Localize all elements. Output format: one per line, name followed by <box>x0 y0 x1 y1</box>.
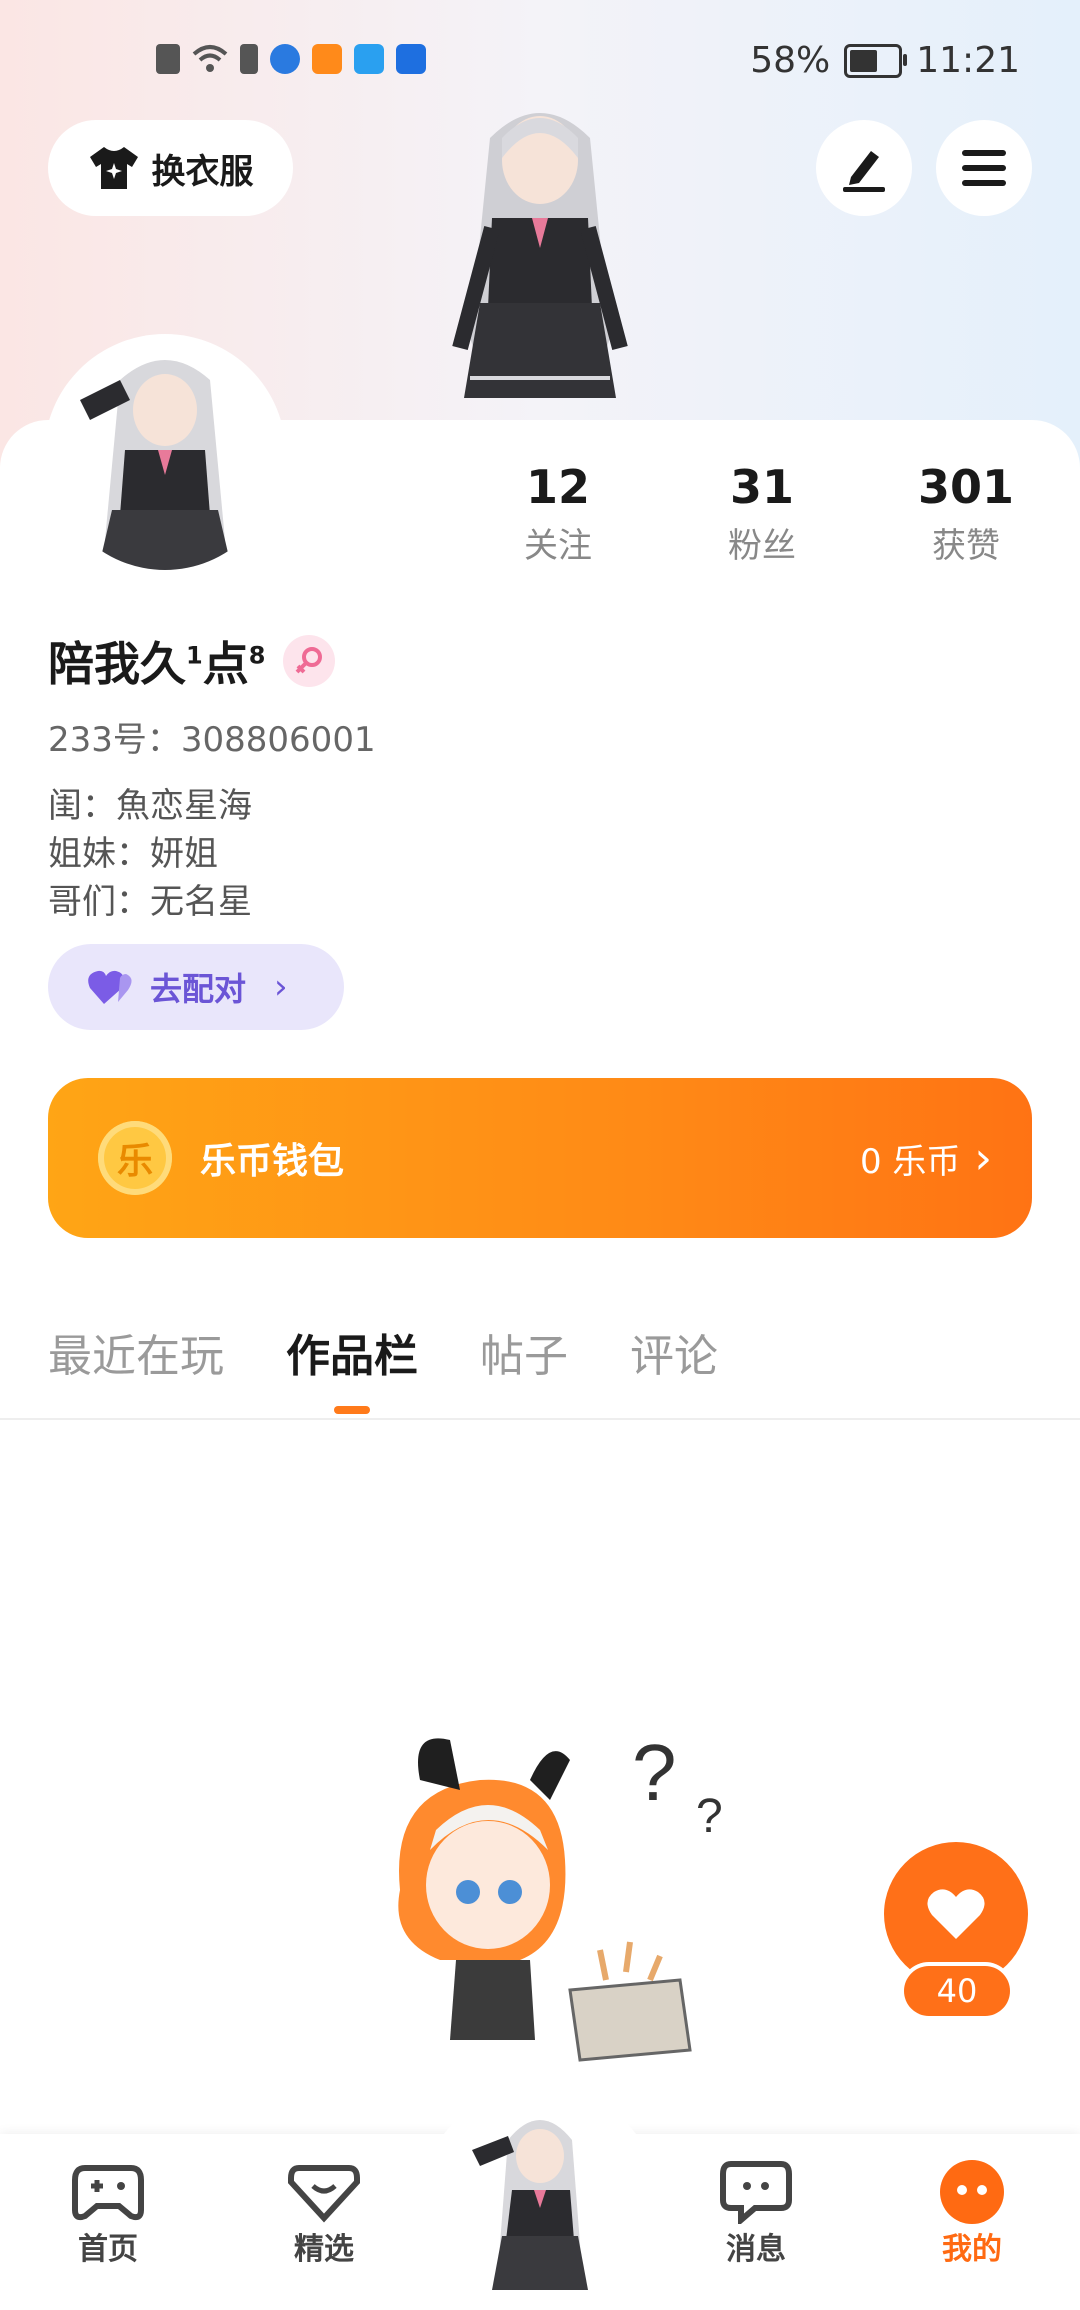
app-browser-icon <box>270 44 300 74</box>
battery-percent: 58% <box>750 40 831 81</box>
sim-alert-icon <box>240 44 258 74</box>
stat-value: 301 <box>917 460 1015 514</box>
app-video-icon <box>312 44 342 74</box>
heart-outline-icon <box>288 2165 360 2223</box>
tab-comments[interactable]: 评论 <box>630 1320 718 1384</box>
stat-followers[interactable]: 31 粉丝 <box>682 460 842 567</box>
chevron-right-icon: › <box>974 1132 992 1184</box>
wallet-balance: 0 乐币 <box>859 1141 961 1182</box>
nav-profile[interactable]: 我的 <box>912 2160 1032 2268</box>
stat-likes[interactable]: 301 获赞 <box>886 460 1046 567</box>
username-text: 陪我久1点8 <box>48 637 266 691</box>
like-count: 40 <box>904 1966 1010 2016</box>
chat-icon <box>720 2161 792 2224</box>
profile-tabs: 最近在玩 作品栏 帖子 评论 <box>48 1320 718 1414</box>
nav-featured[interactable]: 精选 <box>264 2160 384 2268</box>
clock: 11:21 <box>916 40 1020 81</box>
tabs-divider <box>0 1418 1080 1420</box>
nav-avatar-button[interactable] <box>462 2100 618 2300</box>
battery-icon <box>844 43 908 78</box>
gamepad-icon <box>72 2165 144 2221</box>
wallet-title: 乐币钱包 <box>200 1141 345 1182</box>
hamburger-menu-icon <box>962 150 1006 186</box>
svg-text:?: ? <box>632 1728 677 1817</box>
user-id: 233号：308806001 <box>48 720 376 760</box>
wallet-card[interactable]: 乐 乐币钱包 0 乐币 › <box>48 1078 1032 1238</box>
battery-fill <box>850 49 877 72</box>
nav-label: 首页 <box>78 2232 138 2267</box>
stat-label: 关注 <box>524 526 592 566</box>
nav-label: 精选 <box>294 2232 354 2267</box>
relation-sister: 姐妹：妍姐 <box>48 834 218 874</box>
wifi-icon <box>192 45 228 72</box>
relation-bestie: 闺：魚恋星海 <box>48 786 252 826</box>
app-search-icon <box>354 44 384 74</box>
nav-label: 我的 <box>942 2232 1002 2267</box>
coin-icon: 乐 <box>98 1121 172 1195</box>
active-tab-indicator <box>334 1406 370 1414</box>
stat-label: 粉丝 <box>728 526 796 566</box>
double-heart-icon <box>88 970 132 1004</box>
menu-button[interactable] <box>936 120 1032 216</box>
stat-value: 12 <box>525 460 590 514</box>
pair-button[interactable]: 去配对 › <box>48 944 344 1030</box>
nav-home[interactable]: 首页 <box>48 2160 168 2268</box>
heart-icon <box>927 1889 985 1939</box>
tab-recent-played[interactable]: 最近在玩 <box>48 1320 224 1384</box>
svg-text:?: ? <box>696 1790 723 1843</box>
stat-following[interactable]: 12 关注 <box>478 460 638 567</box>
change-outfit-button[interactable]: 换衣服 <box>48 120 293 216</box>
stat-label: 获赞 <box>932 526 1000 566</box>
profile-icon <box>940 2160 1004 2224</box>
empty-state-illustration: ? ? <box>398 1728 723 2062</box>
change-outfit-label: 换衣服 <box>151 151 254 192</box>
female-gender-icon <box>283 635 336 687</box>
character-figure <box>452 113 628 398</box>
notification-icons <box>156 44 426 74</box>
app-idea-icon <box>396 44 426 74</box>
tab-posts[interactable]: 帖子 <box>480 1320 568 1384</box>
stat-value: 31 <box>729 460 794 514</box>
edit-profile-button[interactable] <box>816 120 912 216</box>
nav-messages[interactable]: 消息 <box>696 2160 816 2268</box>
status-bar: 58% 11:21 <box>0 30 1080 94</box>
tshirt-icon <box>89 147 138 189</box>
avatar-character <box>50 340 280 570</box>
like-button[interactable] <box>884 1842 1028 1986</box>
user-avatar[interactable] <box>50 340 280 570</box>
alert-icon <box>156 44 180 74</box>
username: 陪我久1点8 <box>48 628 336 694</box>
relation-brother: 哥们：无名星 <box>48 882 252 922</box>
nav-label: 消息 <box>726 2232 786 2267</box>
pair-button-label: 去配对 <box>150 970 247 1008</box>
tab-works[interactable]: 作品栏 <box>286 1320 418 1414</box>
chevron-right-icon: › <box>274 967 288 1007</box>
pen-icon <box>843 151 885 192</box>
